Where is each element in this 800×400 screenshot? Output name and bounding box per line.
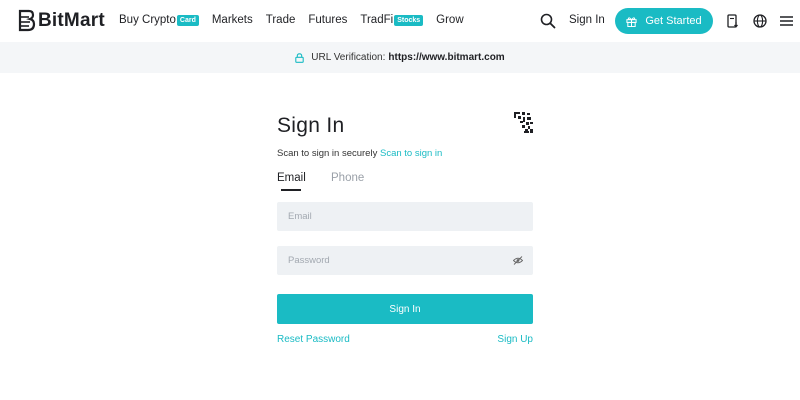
scan-instructions: Scan to sign in securely Scan to sign in — [277, 148, 442, 159]
reset-password-link[interactable]: Reset Password — [277, 334, 350, 345]
qr-code-icon[interactable] — [514, 112, 533, 133]
nav-item-label: Futures — [308, 14, 348, 26]
verification-label: URL Verification: — [311, 52, 386, 63]
globe-icon[interactable] — [753, 14, 767, 28]
scan-to-sign-in-link[interactable]: Scan to sign in — [380, 148, 442, 159]
get-started-label: Get Started — [645, 15, 702, 27]
password-field-container — [277, 246, 533, 275]
search-icon[interactable] — [540, 13, 556, 29]
gift-icon — [626, 16, 637, 27]
nav-item-tradfi[interactable]: TradFi Stocks — [360, 14, 424, 26]
top-header: BitMart Buy Crypto Card Markets Trade Fu… — [0, 0, 800, 42]
tab-phone[interactable]: Phone — [331, 172, 364, 184]
nav-item-grow[interactable]: Grow — [436, 14, 463, 26]
sign-up-link[interactable]: Sign Up — [497, 334, 533, 345]
nav-item-markets[interactable]: Markets — [212, 14, 253, 26]
nav-item-label: Markets — [211, 14, 253, 26]
nav-item-label: Buy Crypto — [119, 14, 176, 26]
sign-in-button-label: Sign In — [389, 303, 421, 315]
header-sign-in-link[interactable]: Sign In — [569, 14, 605, 26]
password-field[interactable] — [288, 255, 488, 266]
menu-icon[interactable] — [780, 15, 793, 27]
scan-text: Scan to sign in securely — [277, 148, 378, 159]
bitmart-logo[interactable]: BitMart — [18, 9, 105, 33]
nav-item-futures[interactable]: Futures — [308, 14, 347, 26]
stocks-badge: Stocks — [394, 14, 424, 26]
lock-icon — [295, 52, 305, 63]
nav-item-label: Trade — [265, 14, 296, 26]
brand-name: BitMart — [38, 10, 105, 31]
main-nav: Buy Crypto Card Markets Trade Futures Tr… — [119, 14, 477, 26]
email-field-container — [277, 202, 533, 231]
card-badge: Card — [176, 14, 199, 26]
get-started-button[interactable]: Get Started — [615, 8, 713, 34]
nav-item-buy-crypto[interactable]: Buy Crypto Card — [119, 14, 199, 26]
page-title: Sign In — [277, 114, 345, 137]
url-verification-banner: URL Verification: https://www.bitmart.co… — [0, 42, 800, 73]
verification-url: https://www.bitmart.com — [388, 52, 505, 63]
nav-item-label: TradFi — [360, 14, 394, 26]
sign-in-button[interactable]: Sign In — [277, 294, 533, 324]
nav-item-label: Grow — [436, 14, 464, 26]
hide-password-eye-icon[interactable] — [513, 256, 523, 265]
bitmart-logo-icon — [18, 9, 36, 32]
active-tab-indicator — [281, 189, 301, 191]
tab-email[interactable]: Email — [277, 172, 306, 184]
nav-item-trade[interactable]: Trade — [266, 14, 296, 26]
download-icon[interactable] — [727, 14, 739, 28]
email-field[interactable] — [288, 211, 488, 222]
